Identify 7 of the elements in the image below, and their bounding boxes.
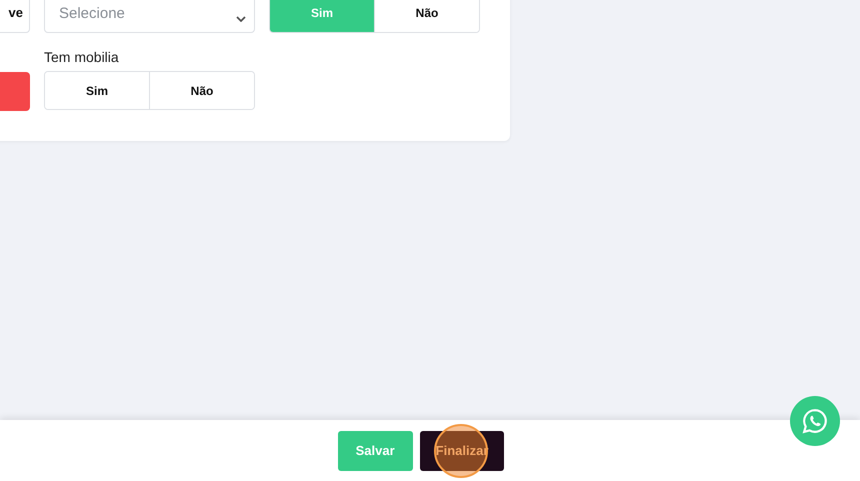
chevron-down-icon — [236, 16, 246, 22]
form-button[interactable]: ve — [0, 0, 30, 33]
whatsapp-icon — [802, 408, 828, 434]
chat-button[interactable] — [790, 396, 840, 446]
toggle-option[interactable]: Não — [374, 0, 479, 32]
field-label: Tem mobilia — [44, 49, 120, 67]
toggle-option[interactable]: Não — [149, 72, 254, 109]
